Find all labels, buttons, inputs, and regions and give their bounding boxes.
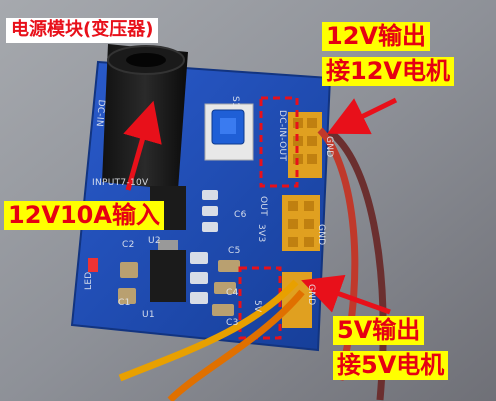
- led: [88, 258, 98, 272]
- photo-stage: DC-IN INPUT7-10V S1 DC-IN-OUT OUT 3V3 5V…: [0, 0, 496, 401]
- silk-5v: 5V: [252, 300, 262, 313]
- silk-c2: C2: [122, 240, 135, 250]
- silk-3v3: 3V3: [256, 224, 266, 243]
- silk-c1: C1: [118, 298, 131, 308]
- silk-u2: U2: [148, 236, 161, 246]
- output-12v-motor-label: 接12V电机: [322, 57, 454, 86]
- silk-led: LED: [84, 271, 94, 290]
- silk-c5: C5: [228, 246, 241, 256]
- silk-c6: C6: [234, 210, 247, 220]
- output-5v-motor-label: 接5V电机: [333, 351, 449, 380]
- silk-input-range: INPUT7-10V: [92, 178, 149, 188]
- title-label: 电源模块(变压器): [6, 18, 159, 43]
- silk-dc-in-out: DC-IN-OUT: [277, 110, 287, 162]
- regulator-u1: [150, 250, 186, 302]
- silk-gnd-12v: GND: [324, 136, 334, 158]
- output-12v-label: 12V输出: [322, 22, 430, 51]
- silk-u1: U1: [142, 310, 155, 320]
- silk-gnd-mid: GND: [316, 224, 326, 246]
- silk-gnd-5v: GND: [306, 284, 316, 306]
- silk-c3: C3: [226, 318, 239, 328]
- output-5v-label: 5V输出: [333, 316, 425, 345]
- silk-out: OUT: [258, 196, 268, 217]
- silk-s1: S1: [230, 96, 240, 109]
- header-3v3: [282, 195, 320, 251]
- silk-c4: C4: [226, 288, 239, 298]
- input-label: 12V10A输入: [4, 201, 164, 230]
